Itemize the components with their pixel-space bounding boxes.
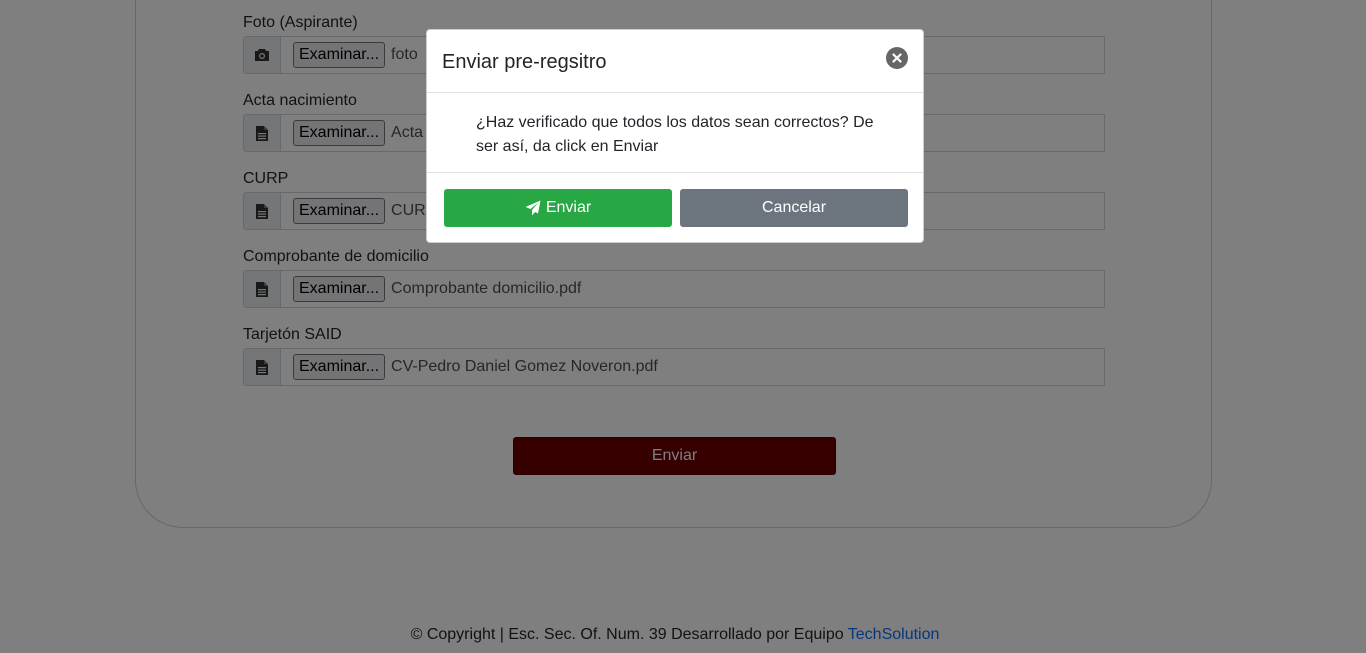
modal-footer: Enviar Cancelar: [427, 173, 923, 243]
modal-message: ¿Haz verificado que todos los datos sean…: [476, 114, 874, 155]
paper-plane-icon: [525, 200, 541, 216]
modal-title: Enviar pre-regsitro: [442, 51, 607, 73]
cancel-button[interactable]: Cancelar: [680, 189, 908, 227]
confirm-dialog: Enviar pre-regsitro ¿Haz verificado que …: [426, 29, 924, 243]
confirm-send-button[interactable]: Enviar: [444, 189, 672, 227]
modal-header: Enviar pre-regsitro: [427, 30, 923, 93]
page: Foto (Aspirante) Examinar... foto Acta n…: [0, 0, 1366, 653]
modal-body: ¿Haz verificado que todos los datos sean…: [427, 93, 923, 173]
close-icon[interactable]: [886, 47, 908, 69]
confirm-label: Enviar: [545, 199, 592, 216]
